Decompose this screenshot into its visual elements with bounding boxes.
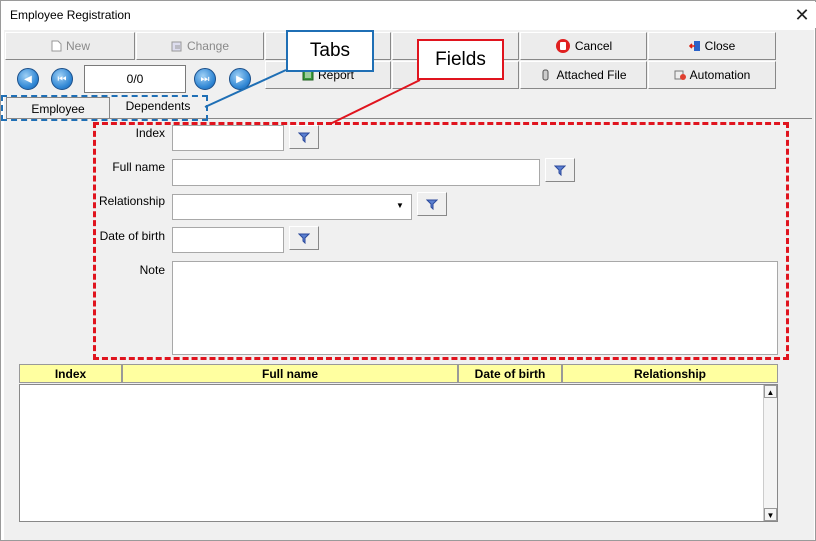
tabs-callout: Tabs <box>286 30 374 72</box>
fields-callout: Fields <box>417 39 504 80</box>
callout-connectors <box>204 69 421 125</box>
